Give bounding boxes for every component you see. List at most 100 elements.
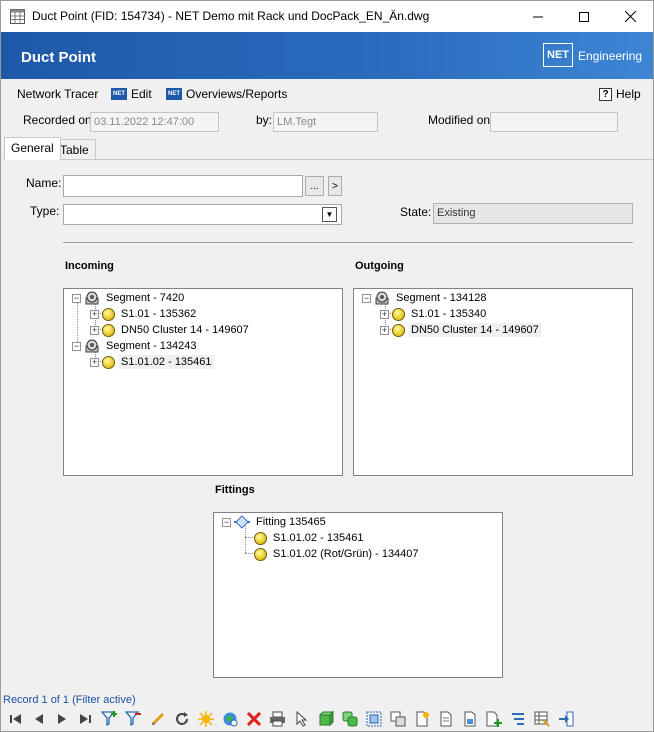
window-title: Duct Point (FID: 154734) - NET Demo mit … xyxy=(32,9,430,23)
tree-node-segment[interactable]: − Segment - 7420 xyxy=(72,290,186,306)
expand-icon[interactable]: + xyxy=(90,357,99,367)
modified-on-label: Modified on: xyxy=(428,113,494,127)
duct-circle-icon xyxy=(254,531,267,545)
tree-node-duct[interactable]: + DN50 Cluster 14 - 149607 xyxy=(380,322,541,338)
selection-box-icon[interactable] xyxy=(365,710,382,727)
duct-circle-icon xyxy=(102,307,115,321)
section-divider xyxy=(63,242,633,243)
tab-general-label: General xyxy=(11,141,54,155)
fitting-label: Fitting 135465 xyxy=(256,516,326,528)
menu-edit-label: Edit xyxy=(131,87,152,101)
delete-icon[interactable] xyxy=(245,710,262,727)
menu-help-label: Help xyxy=(616,87,641,101)
help-icon: ? xyxy=(599,87,612,101)
minimize-icon xyxy=(533,16,543,17)
header-banner: Duct Point NET Engineering xyxy=(1,32,653,79)
record-status: Record 1 of 1 (Filter active) xyxy=(3,694,136,706)
copy-object-icon[interactable] xyxy=(341,710,358,727)
by-field: LM.Tegt xyxy=(273,112,378,132)
duct-circle-icon xyxy=(254,547,267,561)
tree-node-segment[interactable]: − Segment - 134243 xyxy=(72,338,199,354)
menu-overviews-reports[interactable]: NET Overviews/Reports xyxy=(166,87,287,101)
maximize-icon xyxy=(579,11,589,22)
pencil-icon[interactable] xyxy=(149,710,166,727)
recorded-on-field: 03.11.2022 12:47:00 xyxy=(90,112,219,132)
close-icon xyxy=(624,11,636,22)
menu-help[interactable]: ? Help xyxy=(599,87,641,101)
expand-icon[interactable]: + xyxy=(90,325,99,335)
close-button[interactable] xyxy=(607,1,653,32)
add-filter-icon[interactable] xyxy=(101,710,118,727)
select-icon[interactable] xyxy=(293,710,310,727)
tree-node-fitting[interactable]: − Fitting 135465 xyxy=(222,514,328,530)
print-icon[interactable] xyxy=(269,710,286,727)
incoming-tree[interactable]: − Segment - 7420 + S1.01 - 135362 + DN50… xyxy=(63,288,343,476)
tab-general[interactable]: General xyxy=(4,137,61,160)
chevron-down-icon[interactable]: ▼ xyxy=(322,207,337,222)
outgoing-title: Outgoing xyxy=(355,260,404,272)
tree-node-segment[interactable]: − Segment - 134128 xyxy=(362,290,489,306)
duct-label: DN50 Cluster 14 - 149607 xyxy=(121,324,249,336)
recorded-on-label: Recorded on: xyxy=(23,113,96,127)
tree-node-duct[interactable]: + S1.01 - 135362 xyxy=(90,306,198,322)
duct-label: S1.01 - 135340 xyxy=(411,308,487,320)
zoom-to-icon[interactable] xyxy=(221,710,238,727)
collapse-icon[interactable]: − xyxy=(72,293,81,303)
refresh-icon[interactable] xyxy=(173,710,190,727)
last-record-icon[interactable] xyxy=(77,710,94,727)
modified-on-field xyxy=(490,112,618,132)
net-logo: NET xyxy=(543,43,573,67)
collapse-icon[interactable]: − xyxy=(362,293,371,303)
duct-circle-icon xyxy=(102,355,115,369)
segment-label: Segment - 134128 xyxy=(396,292,487,304)
expand-icon[interactable]: + xyxy=(90,309,99,319)
minimize-button[interactable] xyxy=(515,1,561,32)
next-record-icon[interactable] xyxy=(53,710,70,727)
duplicate-icon[interactable] xyxy=(389,710,406,727)
net-overviews-icon: NET xyxy=(166,88,182,100)
new-record-icon[interactable] xyxy=(197,710,214,727)
exit-icon[interactable] xyxy=(557,710,574,727)
remove-filter-icon[interactable] xyxy=(125,710,142,727)
first-record-icon[interactable] xyxy=(7,710,24,727)
table-edit-icon[interactable] xyxy=(533,710,550,727)
expand-icon[interactable]: + xyxy=(380,309,389,319)
document-image-icon[interactable] xyxy=(461,710,478,727)
green-cube-icon[interactable] xyxy=(317,710,334,727)
new-document-icon[interactable] xyxy=(413,710,430,727)
duct-label: S1.01.02 (Rot/Grün) - 134407 xyxy=(273,548,419,560)
duct-point-window: Duct Point (FID: 154734) - NET Demo mit … xyxy=(0,0,654,732)
tree-node-duct[interactable]: S1.01.02 - 135461 xyxy=(242,530,366,546)
tree-node-duct[interactable]: + DN50 Cluster 14 - 149607 xyxy=(90,322,251,338)
tree-node-duct[interactable]: + S1.01.02 - 135461 xyxy=(90,354,214,370)
fittings-tree[interactable]: − Fitting 135465 S1.01.02 - 135461 S1.01… xyxy=(213,512,503,678)
menu-network-tracer[interactable]: Network Tracer xyxy=(17,87,98,101)
name-label: Name: xyxy=(26,176,62,190)
type-select[interactable] xyxy=(63,204,342,225)
tree-node-duct[interactable]: S1.01.02 (Rot/Grün) - 134407 xyxy=(242,546,421,562)
name-input[interactable] xyxy=(63,175,303,197)
document-icon[interactable] xyxy=(437,710,454,727)
state-field: Existing xyxy=(433,203,633,224)
duct-circle-icon xyxy=(392,307,405,321)
segment-label: Segment - 7420 xyxy=(106,292,185,304)
segment-icon xyxy=(85,291,99,305)
type-label: Type: xyxy=(30,204,60,218)
ellipsis-button[interactable]: ... xyxy=(305,176,324,196)
maximize-button[interactable] xyxy=(561,1,607,32)
bottom-toolbar xyxy=(1,706,653,731)
duct-circle-icon xyxy=(102,323,115,337)
next-arrow-button[interactable]: > xyxy=(328,176,342,196)
incoming-title: Incoming xyxy=(65,260,114,272)
sort-icon[interactable] xyxy=(509,710,526,727)
previous-record-icon[interactable] xyxy=(30,710,47,727)
expand-icon[interactable]: + xyxy=(380,325,389,335)
tree-node-duct[interactable]: + S1.01 - 135340 xyxy=(380,306,488,322)
document-add-icon[interactable] xyxy=(485,710,502,727)
net-edit-icon: NET xyxy=(111,88,127,100)
outgoing-tree[interactable]: − Segment - 134128 + S1.01 - 135340 + DN… xyxy=(353,288,633,476)
collapse-icon[interactable]: − xyxy=(72,341,81,351)
fitting-icon xyxy=(234,515,250,529)
menu-edit[interactable]: NET Edit xyxy=(111,87,152,101)
collapse-icon[interactable]: − xyxy=(222,517,231,527)
